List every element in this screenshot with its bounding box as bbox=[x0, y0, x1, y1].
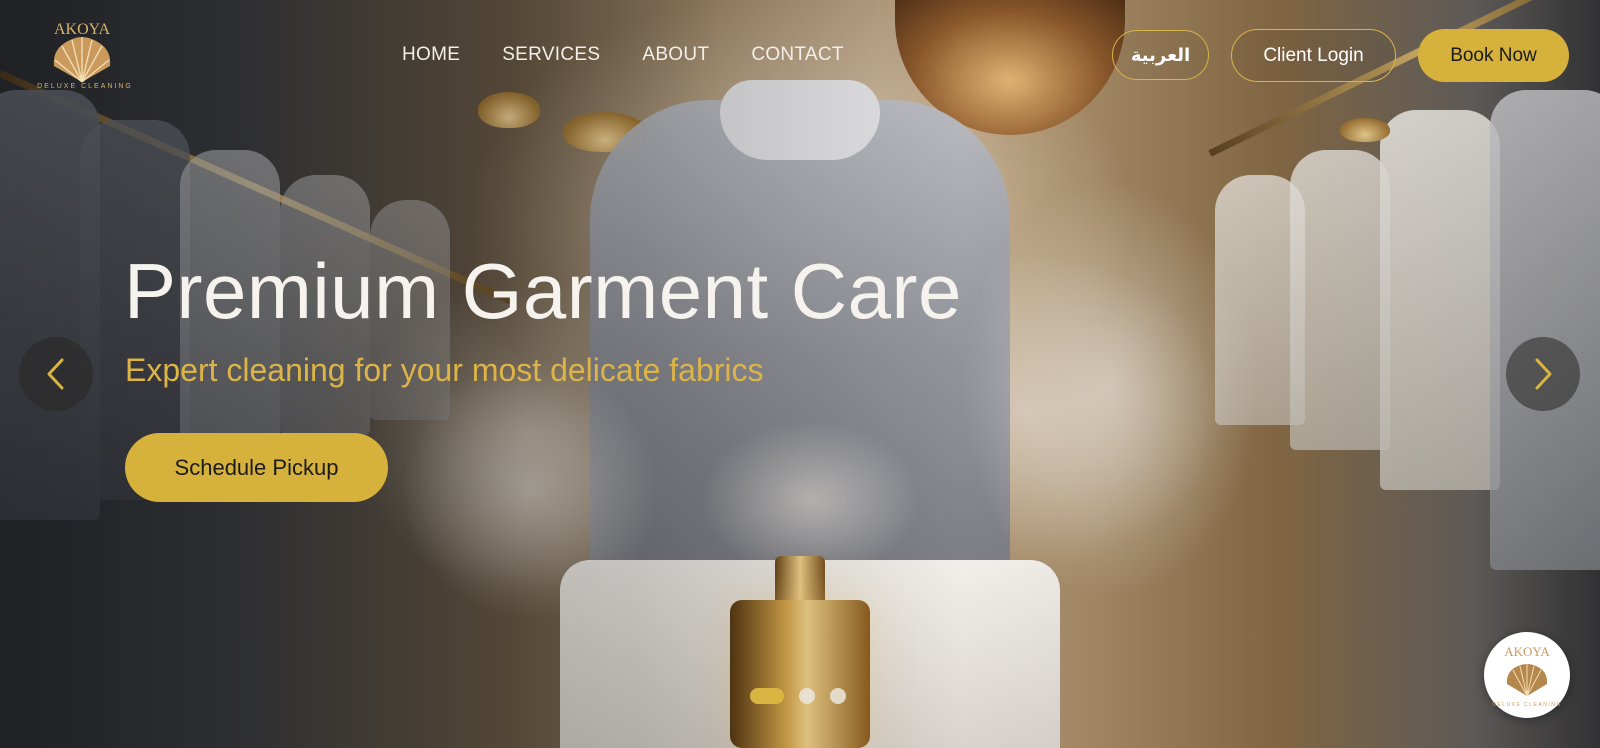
nav-about[interactable]: ABOUT bbox=[642, 44, 709, 66]
carousel-dot-2[interactable] bbox=[799, 688, 815, 704]
carousel-prev-button[interactable] bbox=[19, 337, 93, 411]
logo-wordmark: AKOYA bbox=[54, 21, 110, 38]
carousel-dot-1[interactable] bbox=[750, 688, 784, 704]
book-now-button[interactable]: Book Now bbox=[1418, 29, 1569, 82]
nav-services[interactable]: SERVICES bbox=[502, 44, 600, 66]
carousel-dots bbox=[750, 688, 861, 704]
carousel-next-button[interactable] bbox=[1506, 337, 1580, 411]
hero-subtitle: Expert cleaning for your most delicate f… bbox=[125, 352, 764, 388]
hero-title: Premium Garment Care bbox=[124, 247, 962, 335]
badge-wordmark: AKOYA bbox=[1504, 644, 1550, 659]
logo-tagline: DELUXE CLEANING bbox=[37, 83, 133, 90]
shell-icon: AKOYA DELUXE CLEANING bbox=[37, 21, 133, 90]
language-toggle-button[interactable]: العربية bbox=[1112, 30, 1209, 80]
brand-logo[interactable]: AKOYA DELUXE CLEANING bbox=[32, 20, 138, 90]
floating-logo-badge[interactable]: AKOYA DELUXE CLEANING bbox=[1484, 632, 1570, 718]
main-nav: HOME SERVICES ABOUT CONTACT bbox=[402, 44, 886, 66]
chevron-right-icon bbox=[1535, 358, 1552, 390]
carousel-dot-3[interactable] bbox=[830, 688, 846, 704]
nav-home[interactable]: HOME bbox=[402, 44, 460, 66]
client-login-button[interactable]: Client Login bbox=[1231, 29, 1396, 82]
shell-icon: AKOYA DELUXE CLEANING bbox=[1492, 644, 1561, 708]
schedule-pickup-button[interactable]: Schedule Pickup bbox=[125, 433, 388, 502]
chevron-left-icon bbox=[47, 358, 64, 390]
badge-tagline: DELUXE CLEANING bbox=[1492, 702, 1561, 708]
nav-contact[interactable]: CONTACT bbox=[751, 44, 844, 66]
